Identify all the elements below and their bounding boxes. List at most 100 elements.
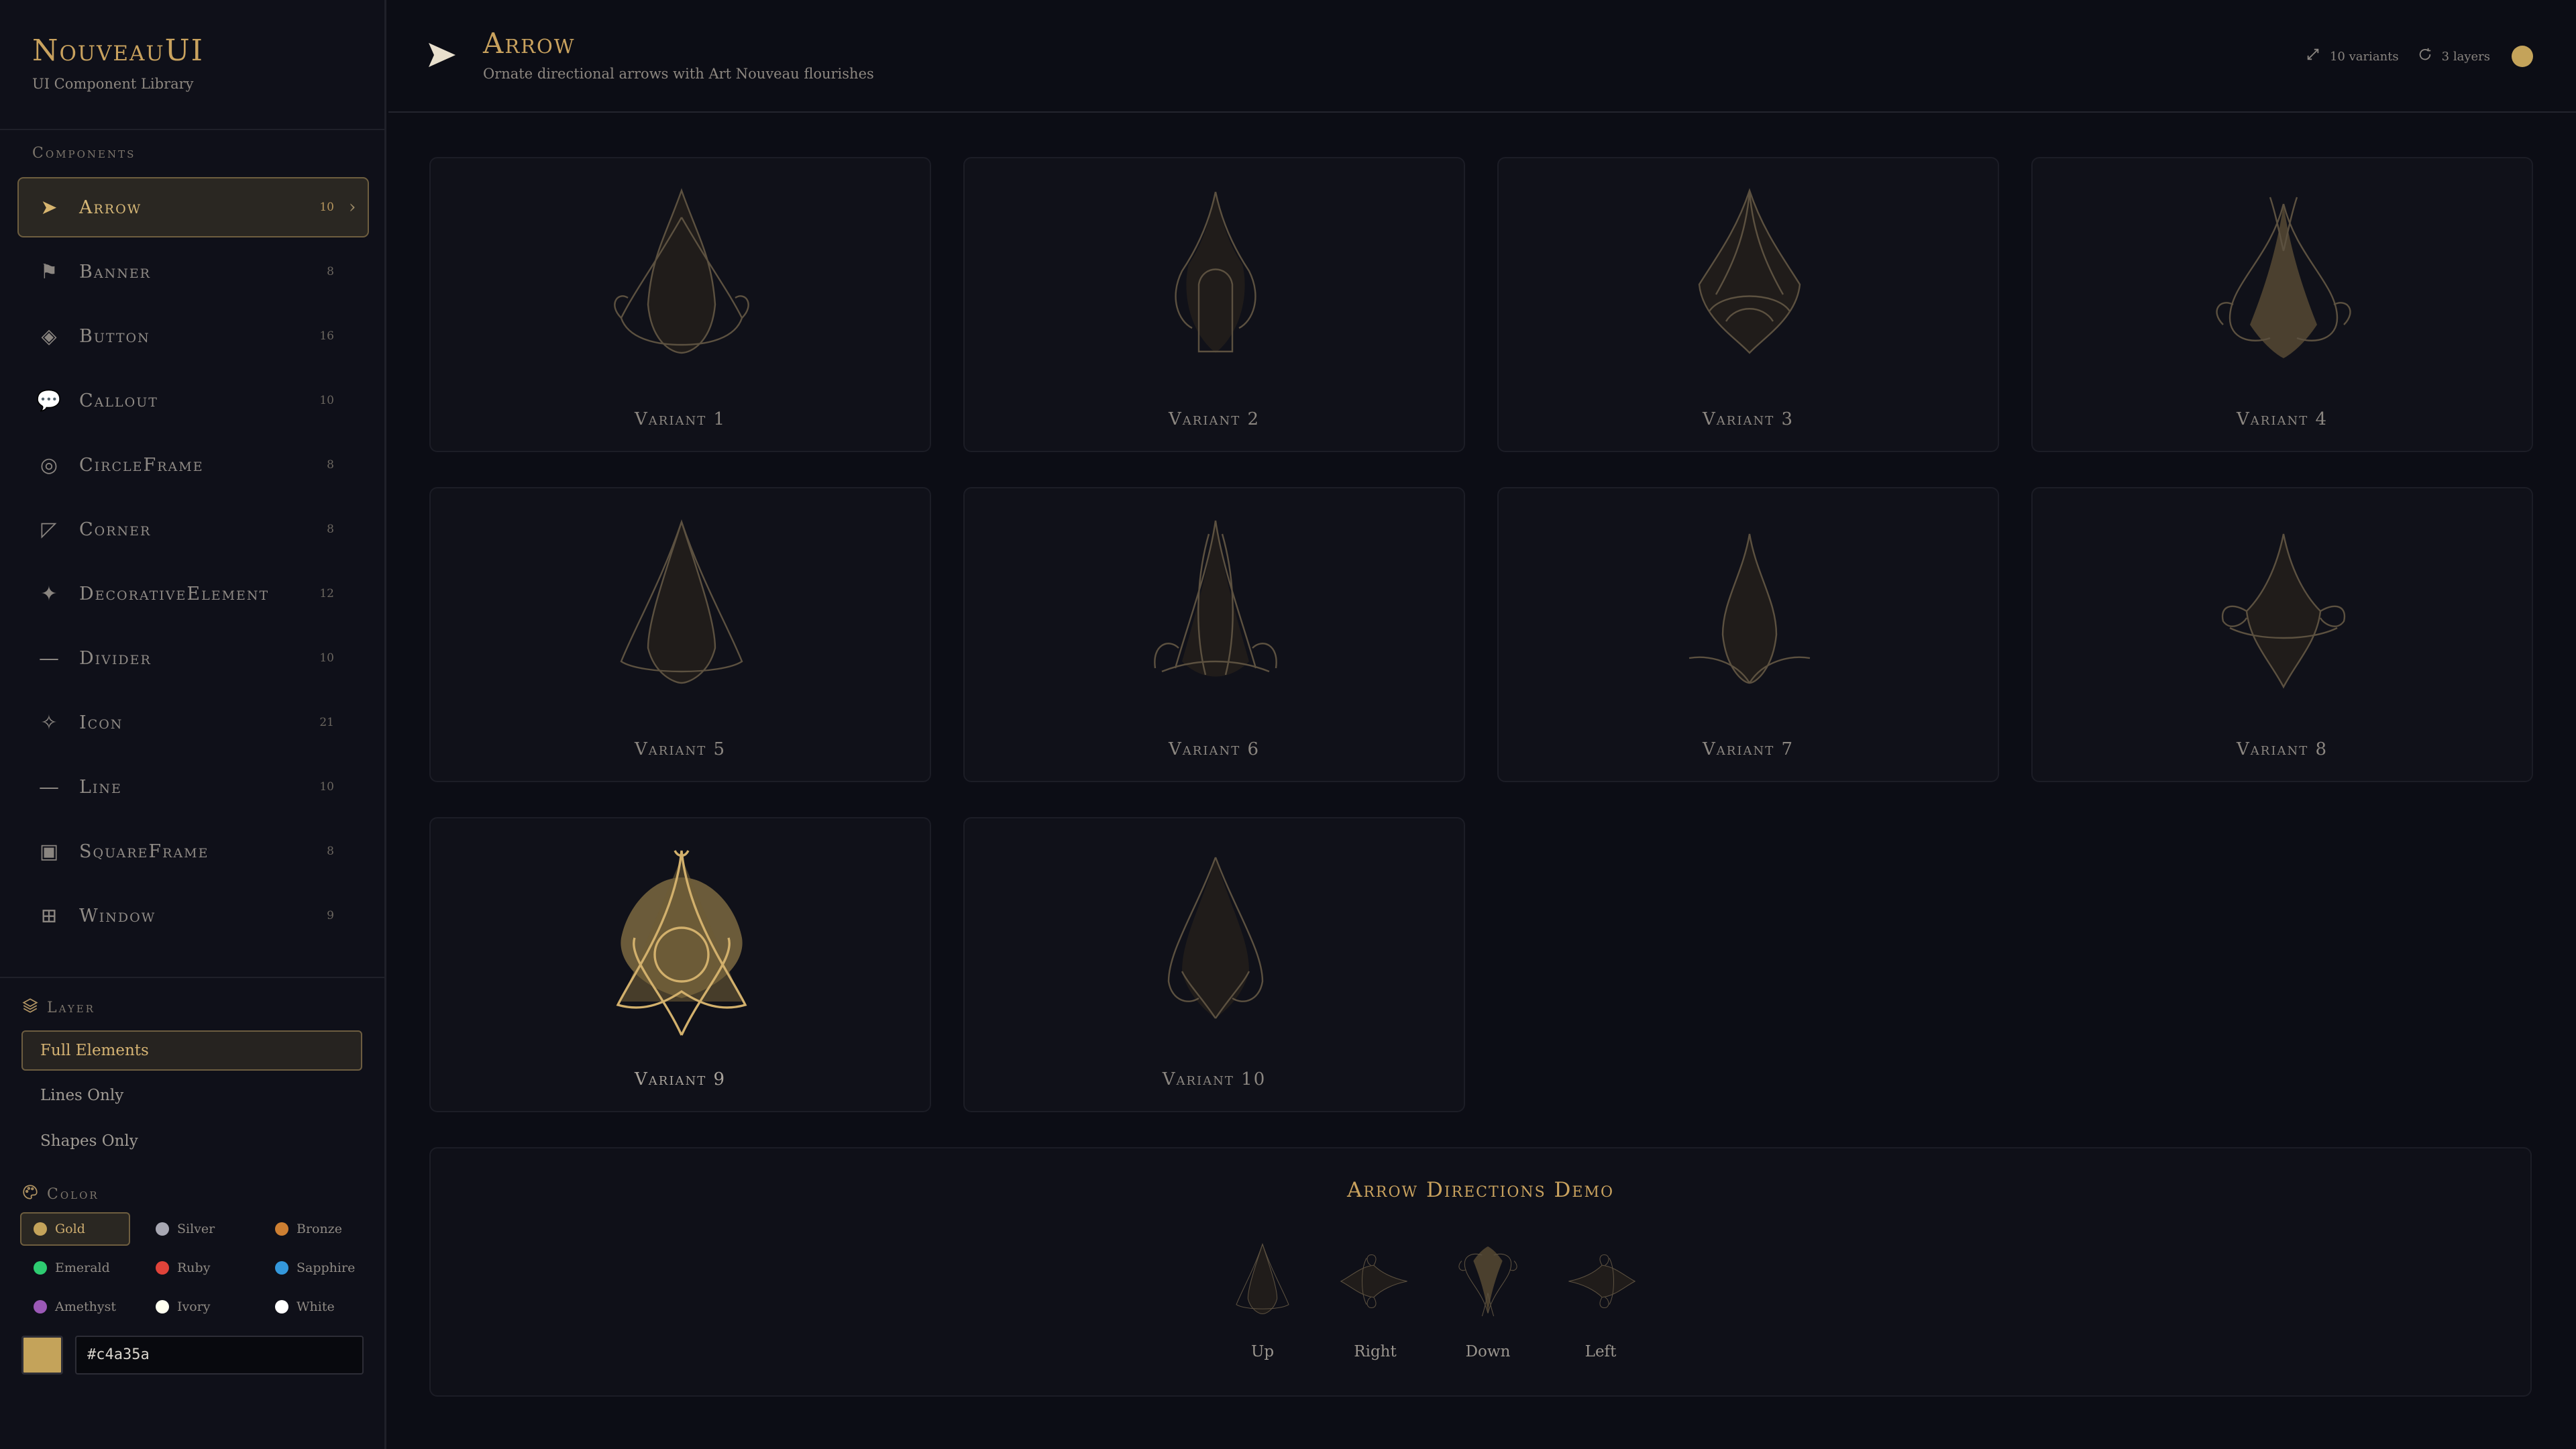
layer-option-lines-only[interactable]: Lines Only <box>21 1075 362 1116</box>
color-option-ruby[interactable]: Ruby <box>142 1251 252 1285</box>
color-option-label: Ruby <box>177 1260 211 1275</box>
demo-direction-label: Left <box>1585 1343 1617 1360</box>
color-option-ivory[interactable]: Ivory <box>142 1290 252 1324</box>
sidebar-item-label: Callout <box>79 390 158 411</box>
palette-icon <box>21 1183 39 1205</box>
variant-label: Variant 2 <box>1169 409 1260 429</box>
sidebar-item-button[interactable]: ◈ Button 16 <box>17 306 369 366</box>
brand-subtitle: UI Component Library <box>32 76 194 92</box>
brand-title: NouveauUI <box>32 34 205 68</box>
color-option-white[interactable]: White <box>262 1290 372 1324</box>
sidebar: NouveauUI UI Component Library Component… <box>0 0 386 1449</box>
variant-card[interactable]: Variant 7 <box>1497 487 1999 782</box>
sidebar-item-label: CircleFrame <box>79 454 204 476</box>
arrow-ornament-icon <box>1154 520 1277 677</box>
variant-card[interactable]: Variant 3 <box>1497 157 1999 452</box>
sidebar-item-count: 8 <box>327 265 334 278</box>
variant-label: Variant 9 <box>635 1069 726 1089</box>
demo-direction-right: Right <box>1325 1228 1426 1360</box>
header-stats: 10 variants 3 layers <box>2306 46 2533 67</box>
arrow-ornament-icon <box>614 188 749 354</box>
color-dot <box>34 1300 47 1313</box>
sidebar-item-window[interactable]: ⊞ Window 9 <box>17 885 369 946</box>
line-icon: — <box>39 775 59 799</box>
demo-direction-label: Up <box>1250 1343 1275 1360</box>
sidebar-item-icon[interactable]: ✧ Icon 21 <box>17 692 369 753</box>
square-frame-icon: ▣ <box>39 839 59 863</box>
sidebar-item-divider[interactable]: — Divider 10 <box>17 628 369 688</box>
variant-card[interactable]: Variant 10 <box>963 817 1465 1112</box>
demo-direction-up: Up <box>1212 1228 1313 1360</box>
banner-flag-icon: ⚑ <box>40 260 58 284</box>
color-option-sapphire[interactable]: Sapphire <box>262 1251 372 1285</box>
sidebar-item-arrow[interactable]: ➤ Arrow 10 › <box>17 177 369 237</box>
layer-section-header: Layer <box>21 997 95 1019</box>
arrow-ornament-icon <box>1698 188 1801 354</box>
color-option-gold[interactable]: Gold <box>20 1212 130 1246</box>
sidebar-item-banner[interactable]: ⚑ Banner 8 <box>17 241 369 302</box>
variant-label: Variant 8 <box>2237 739 2328 759</box>
accent-color-dot[interactable] <box>2512 46 2533 67</box>
arrow-ornament-icon <box>1688 533 1811 684</box>
sidebar-item-callout[interactable]: 💬 Callout 10 <box>17 370 369 431</box>
corner-icon: ◸ <box>41 517 57 541</box>
color-section-header: Color <box>21 1183 99 1205</box>
hex-color-input[interactable]: #c4a35a <box>75 1336 364 1375</box>
layer-option-label: Shapes Only <box>40 1132 138 1150</box>
variant-card[interactable]: Variant 9 <box>429 817 931 1112</box>
color-option-label: Ivory <box>177 1299 211 1314</box>
demo-direction-label: Right <box>1354 1343 1397 1360</box>
sidebar-item-circleframe[interactable]: ◎ CircleFrame 8 <box>17 435 369 495</box>
selected-color-swatch[interactable] <box>21 1336 63 1375</box>
sidebar-item-corner[interactable]: ◸ Corner 8 <box>17 499 369 559</box>
color-option-label: Bronze <box>297 1222 342 1236</box>
sidebar-item-label: SquareFrame <box>79 841 209 862</box>
sidebar-item-label: Divider <box>79 647 152 669</box>
button-diamond-icon: ◈ <box>41 324 57 348</box>
variant-label: Variant 5 <box>635 739 726 759</box>
variant-card[interactable]: Variant 1 <box>429 157 931 452</box>
variant-label: Variant 6 <box>1169 739 1260 759</box>
chevron-right-icon: › <box>349 197 356 217</box>
variant-card[interactable]: Variant 4 <box>2031 157 2533 452</box>
color-dot <box>156 1222 169 1236</box>
page-header: Arrow Ornate directional arrows with Art… <box>388 0 2576 113</box>
color-option-amethyst[interactable]: Amethyst <box>20 1290 130 1324</box>
variant-card[interactable]: Variant 8 <box>2031 487 2533 782</box>
sidebar-divider <box>0 977 386 978</box>
variant-card[interactable]: Variant 6 <box>963 487 1465 782</box>
variant-card[interactable]: Variant 2 <box>963 157 1465 452</box>
sidebar-item-squareframe[interactable]: ▣ SquareFrame 8 <box>17 821 369 881</box>
color-option-label: Gold <box>55 1222 85 1236</box>
color-dot <box>156 1300 169 1313</box>
brand: NouveauUI UI Component Library <box>32 34 204 92</box>
arrow-ornament-icon <box>2216 197 2351 358</box>
layers-count: 3 layers <box>2441 49 2490 64</box>
sidebar-item-label: Icon <box>79 712 123 733</box>
layer-option-full-elements[interactable]: Full Elements <box>21 1030 362 1071</box>
variant-card[interactable]: Variant 5 <box>429 487 931 782</box>
color-option-silver[interactable]: Silver <box>142 1212 252 1246</box>
color-dot <box>275 1261 288 1275</box>
variant-label: Variant 10 <box>1162 1069 1267 1089</box>
color-option-bronze[interactable]: Bronze <box>262 1212 372 1246</box>
color-dot <box>34 1222 47 1236</box>
arrow-icon: ➤ <box>40 195 58 219</box>
arrow-ornament-icon <box>616 850 747 1036</box>
arrow-directions-demo: Arrow Directions Demo Up Right Down Left <box>429 1147 2532 1397</box>
sidebar-item-decorativeelement[interactable]: ✦ DecorativeElement 12 <box>17 564 369 624</box>
arrow-ornament-icon <box>1236 1242 1289 1315</box>
variant-label: Variant 3 <box>1703 409 1794 429</box>
layer-option-shapes-only[interactable]: Shapes Only <box>21 1121 362 1161</box>
arrow-ornament-icon <box>620 519 743 684</box>
sidebar-item-label: Corner <box>79 519 152 540</box>
sidebar-item-label: DecorativeElement <box>79 583 270 604</box>
components-section-label: Components <box>32 145 136 162</box>
arrow-ornament-icon <box>2221 533 2346 689</box>
sidebar-item-line[interactable]: — Line 10 <box>17 757 369 817</box>
sidebar-item-label: Banner <box>79 261 151 282</box>
color-section-label: Color <box>47 1186 99 1203</box>
color-option-emerald[interactable]: Emerald <box>20 1251 130 1285</box>
color-option-label: Silver <box>177 1222 215 1236</box>
color-dot <box>275 1300 288 1313</box>
